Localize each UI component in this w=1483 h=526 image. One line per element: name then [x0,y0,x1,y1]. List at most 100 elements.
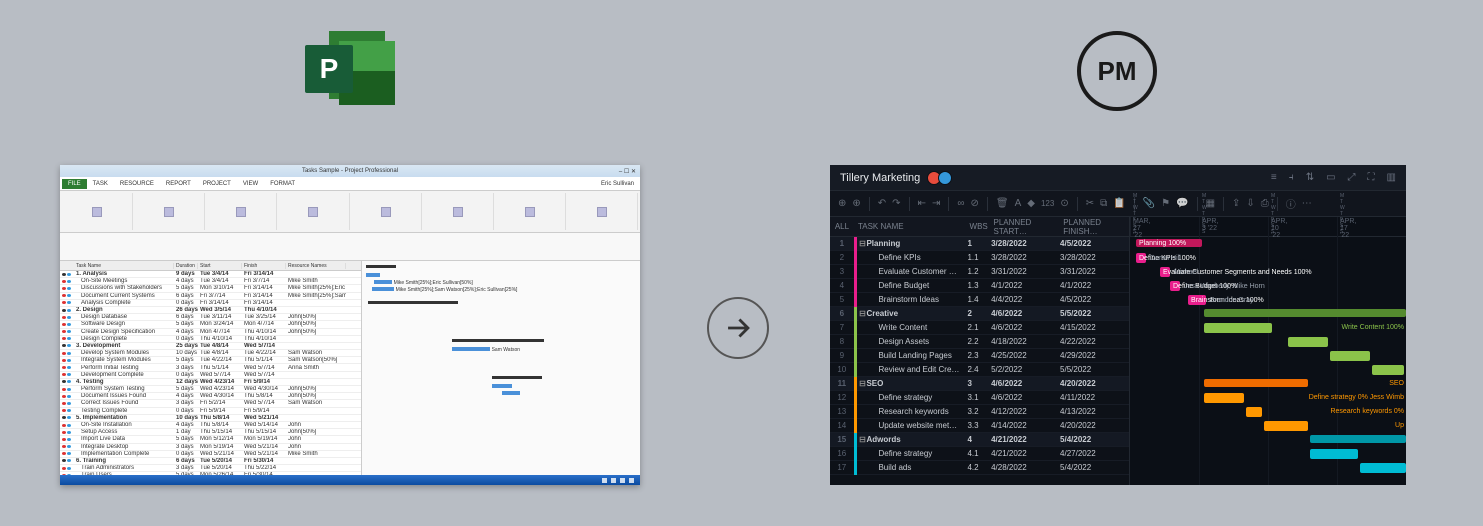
taskbar-icon[interactable] [602,478,607,483]
gantt-chart-area[interactable]: Mike Smith[25%];Eric Sullivan[50%] Mike … [362,261,640,475]
col-planned-finish[interactable]: PLANNED FINISH… [1059,218,1129,236]
more-icon[interactable]: ⊙ [1060,198,1068,209]
table-row[interactable]: Develop System Modules 10 days Tue 4/8/1… [60,350,361,357]
table-row[interactable]: 8 Design Assets 2.2 4/18/2022 4/22/2022 [830,335,1129,349]
gantt-chart-icon[interactable] [92,207,102,217]
table-row[interactable]: 13 Research keywords 3.2 4/12/2022 4/13/… [830,405,1129,419]
undo-icon[interactable]: ↶ [878,198,886,209]
ribbon-tab-project[interactable]: PROJECT [197,179,237,189]
table-row[interactable]: 5 Brainstorm Ideas 1.4 4/4/2022 4/5/2022 [830,293,1129,307]
table-row[interactable]: Design Complete 0 days Thu 4/10/14 Thu 4… [60,336,361,343]
table-row[interactable]: On-Site Meetings 4 days Tue 3/4/14 Fri 3… [60,278,361,285]
gantt-summary-bar[interactable] [366,265,396,268]
table-row[interactable]: 4. Testing 12 days Wed 4/23/14 Fri 5/9/1… [60,379,361,386]
table-row[interactable]: 2 Define KPIs 1.1 3/28/2022 3/28/2022 [830,251,1129,265]
gantt-bar[interactable] [1372,365,1404,375]
export-icon[interactable]: ⇪ [1232,198,1240,209]
table-row[interactable]: Setup Access 1 day Thu 5/15/14 Thu 5/15/… [60,429,361,436]
window-controls[interactable]: – ☐ ✕ [619,168,636,175]
gantt-bar[interactable] [502,391,520,395]
table-row[interactable]: 4 Define Budget 1.3 4/1/2022 4/1/2022 [830,279,1129,293]
col-duration[interactable]: Duration [174,263,198,269]
gantt-bar[interactable] [1246,407,1262,417]
fullscreen-icon[interactable]: ⛶ [1368,172,1375,183]
gantt-bar[interactable] [1204,379,1308,387]
table-row[interactable]: 1. Analysis 9 days Tue 3/4/14 Fri 3/14/1… [60,271,361,278]
gantt-summary-bar[interactable] [368,301,458,304]
information-icon[interactable] [525,207,535,217]
redo-icon[interactable]: ↷ [892,198,900,209]
gantt-bar[interactable] [1204,323,1272,333]
table-row[interactable]: Perform Initial Testing 3 days Thu 5/1/1… [60,364,361,371]
task-icon[interactable] [381,207,391,217]
table-row[interactable]: Development Complete 0 days Wed 5/7/14 W… [60,372,361,379]
table-row[interactable]: 3 Evaluate Customer … 1.2 3/31/2022 3/31… [830,265,1129,279]
gantt-bar[interactable]: Mike Smith[25%];Eric Sullivan[50%] [374,280,392,284]
ribbon-tab-format[interactable]: FORMAT [264,179,301,189]
sort-icon[interactable]: ⇅ [1306,172,1314,183]
table-row[interactable]: 3. Development 25 days Tue 4/8/14 Wed 5/… [60,343,361,350]
gantt-bar[interactable]: Evaluate Customer Segments and Needs 100… [1160,267,1170,277]
gantt-bar[interactable]: Define Budget 100%Jess Wimberly, Mike Ho… [1170,281,1180,291]
table-row[interactable]: 7 Write Content 2.1 4/6/2022 4/15/2022 [830,321,1129,335]
fill-color-icon[interactable]: ◆ [1027,198,1035,209]
table-row[interactable]: Integrate Desktop 3 days Mon 5/19/14 Wed… [60,444,361,451]
indent-left-icon[interactable]: ⇤ [918,198,926,209]
layout-icon[interactable]: ▥ [1387,172,1396,183]
table-row[interactable]: Analysis Complete 0 days Fri 3/14/14 Fri… [60,300,361,307]
paste-icon[interactable] [164,207,174,217]
table-row[interactable]: 14 Update website met… 3.3 4/14/2022 4/2… [830,419,1129,433]
table-row[interactable]: 6 ⊟ Creative 2 4/6/2022 5/5/2022 [830,307,1129,321]
table-row[interactable]: Correct Issues Found 3 days Fri 5/2/14 W… [60,400,361,407]
text-color-icon[interactable]: A [1015,198,1022,209]
import-icon[interactable]: ⇩ [1246,198,1254,209]
gantt-bar[interactable] [1360,463,1406,473]
table-row[interactable]: Perform System Testing 5 days Wed 4/23/1… [60,386,361,393]
add-user-icon[interactable]: ⊕ [852,198,860,209]
comment-icon[interactable]: 💬 [1176,198,1188,209]
gantt-bar[interactable]: Define KPIs 100%Daren Hill [1136,253,1146,263]
table-row[interactable]: 1 ⊟ Planning 1 3/28/2022 4/5/2022 [830,237,1129,251]
taskbar-icon[interactable] [611,478,616,483]
avatar[interactable] [938,171,952,185]
table-row[interactable]: 11 ⊟ SEO 3 4/6/2022 4/20/2022 [830,377,1129,391]
table-row[interactable]: 2. Design 26 days Wed 3/5/14 Thu 4/10/14 [60,307,361,314]
copy-icon[interactable]: ⧉ [1100,198,1107,209]
ribbon-tab-resource[interactable]: RESOURCE [114,179,160,189]
gantt-bar[interactable] [1204,393,1244,403]
table-row[interactable]: 10 Review and Edit Cre… 2.4 5/2/2022 5/5… [830,363,1129,377]
gantt-bar[interactable] [366,273,380,277]
table-row[interactable]: Discussions with Stakeholders 5 days Mon… [60,285,361,292]
ribbon-tab-view[interactable]: VIEW [237,179,264,189]
col-task-name[interactable]: Task Name [74,263,174,269]
table-row[interactable]: Document Issues Found 4 days Wed 4/30/14… [60,393,361,400]
delete-icon[interactable]: 🗑 [996,198,1009,209]
col-planned-start[interactable]: PLANNED START… [990,218,1060,236]
gantt-bar[interactable] [492,384,512,388]
table-row[interactable]: Create Design Specification 4 days Mon 4… [60,329,361,336]
col-task-name[interactable]: TASK NAME [854,222,966,231]
table-row[interactable]: Train Administrators 3 days Tue 5/20/14 … [60,465,361,472]
table-row[interactable]: 6. Training 6 days Tue 5/20/14 Fri 5/30/… [60,458,361,465]
view-list-icon[interactable]: ≡ [1271,172,1277,183]
editing-icon[interactable] [597,207,607,217]
gantt-bar[interactable] [1204,309,1406,317]
board-icon[interactable]: ▭ [1326,172,1335,183]
gantt-bar[interactable]: Brainstorm Ideas 100%Brandon Gray [1188,295,1206,305]
table-row[interactable]: Document Current Systems 6 days Fri 3/7/… [60,293,361,300]
gantt-summary-bar[interactable] [492,376,542,379]
table-row[interactable]: Testing Complete 0 days Fri 5/9/14 Fri 5… [60,408,361,415]
gantt-summary-bar[interactable] [452,339,544,342]
flag-icon[interactable]: ⚑ [1161,198,1170,209]
expand-icon[interactable]: ⤢ [1348,172,1356,183]
gantt-bar[interactable] [1310,435,1406,443]
gantt-chart-area[interactable]: MAR, 27 '22M T W T F S S APR, 3 '22M T W… [1130,217,1406,485]
ribbon-tab-task[interactable]: TASK [87,179,114,189]
taskbar-icon[interactable] [629,478,634,483]
table-row[interactable]: 15 ⊟ Adwords 4 4/21/2022 5/4/2022 [830,433,1129,447]
unlink-icon[interactable]: ⊘ [970,198,978,209]
col-resources[interactable]: Resource Names [286,263,346,269]
more-menu-icon[interactable]: ⋯ [1302,198,1312,209]
table-row[interactable]: Import Live Data 5 days Mon 5/12/14 Mon … [60,436,361,443]
col-finish[interactable]: Finish [242,263,286,269]
